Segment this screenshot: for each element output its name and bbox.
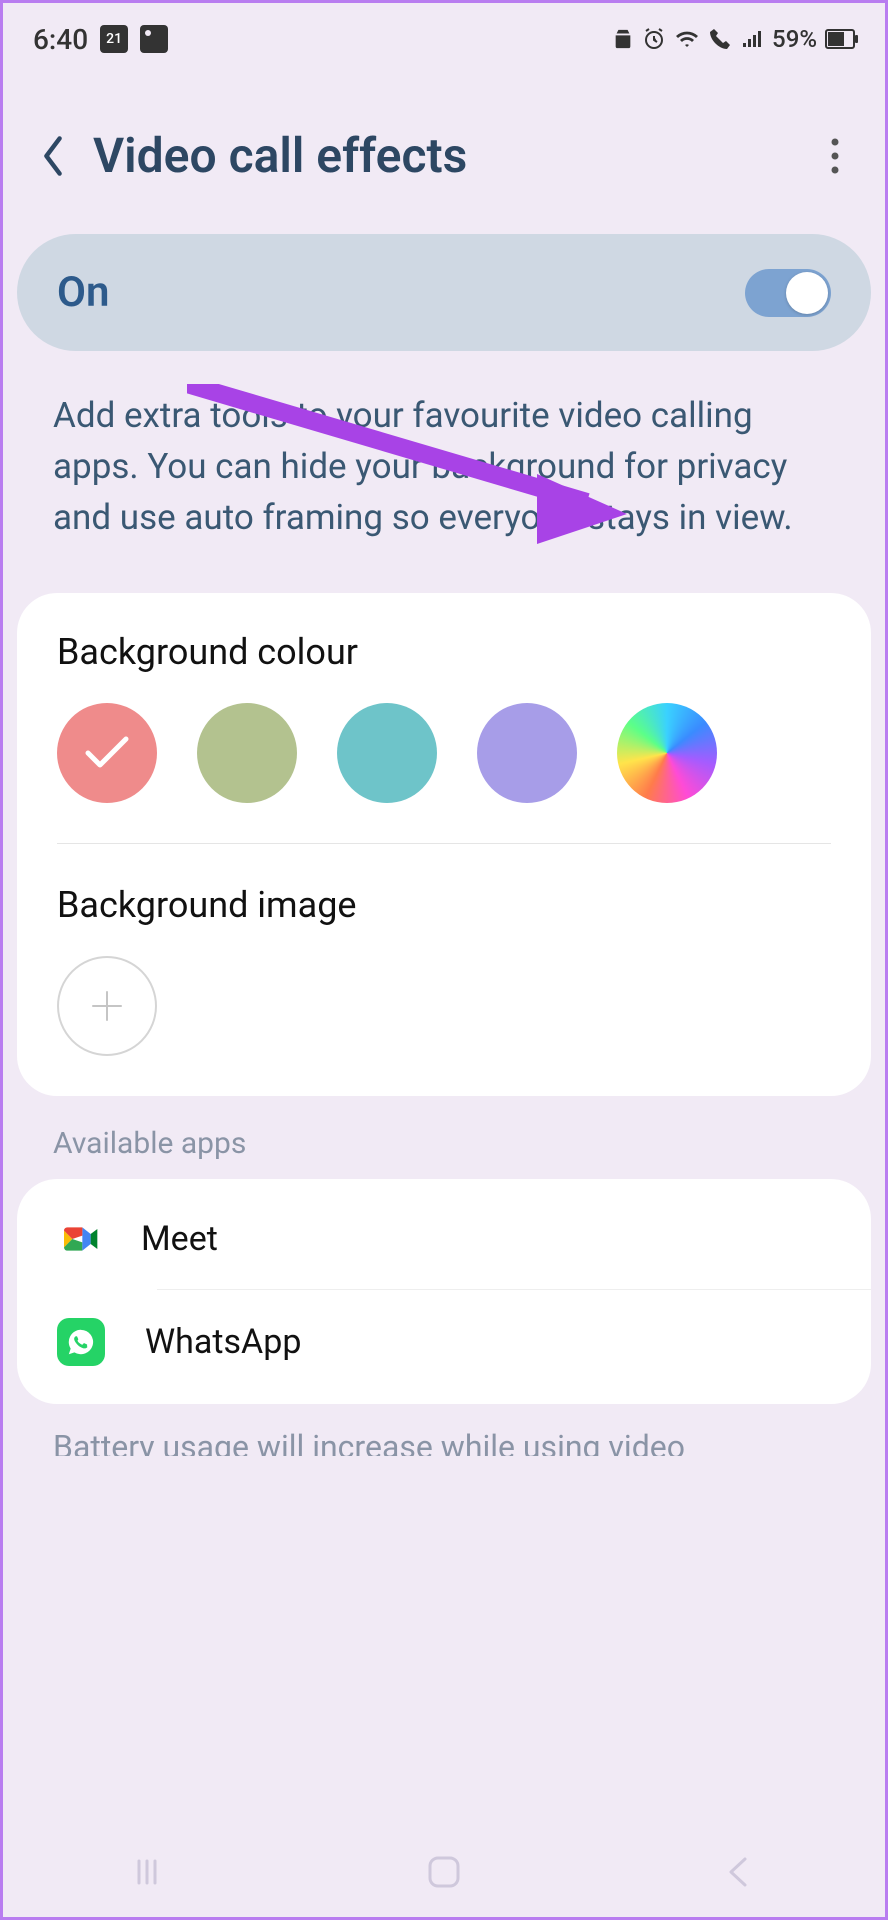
gallery-icon — [140, 25, 168, 53]
app-row-meet[interactable]: Meet — [17, 1189, 871, 1289]
app-name-label: WhatsApp — [145, 1322, 301, 1362]
volte-icon — [708, 27, 732, 51]
add-image-button[interactable] — [57, 956, 157, 1056]
page-title: Video call effects — [93, 127, 795, 184]
available-apps-card: Meet WhatsApp — [17, 1179, 871, 1404]
alarm-icon — [642, 27, 666, 51]
colour-swatch-row — [57, 703, 831, 844]
check-icon — [82, 733, 132, 773]
status-time: 6:40 — [33, 23, 88, 56]
colour-swatch-sage[interactable] — [197, 703, 297, 803]
app-row-whatsapp[interactable]: WhatsApp — [17, 1290, 871, 1394]
home-button[interactable] — [414, 1852, 474, 1892]
plus-icon — [89, 988, 125, 1024]
colour-swatch-pink[interactable] — [57, 703, 157, 803]
status-right: 59% — [612, 25, 855, 53]
wifi-icon — [674, 27, 700, 51]
nav-back-button[interactable] — [708, 1852, 768, 1892]
battery-warning-text: Battery usage will increase while using … — [3, 1428, 885, 1456]
switch-thumb — [786, 272, 828, 314]
battery-percent: 59% — [772, 25, 817, 53]
whatsapp-icon — [57, 1318, 105, 1366]
feature-description: Add extra tools to your favourite video … — [3, 351, 885, 593]
app-name-label: Meet — [141, 1219, 218, 1259]
available-apps-header: Available apps — [3, 1126, 885, 1179]
recycle-icon — [612, 28, 634, 50]
status-left: 6:40 21 — [33, 23, 168, 56]
signal-icon — [740, 27, 764, 51]
colour-swatch-teal[interactable] — [337, 703, 437, 803]
master-switch[interactable] — [745, 269, 831, 317]
system-nav-bar — [3, 1827, 885, 1917]
battery-icon — [825, 29, 855, 49]
master-toggle-card[interactable]: On — [17, 234, 871, 351]
calendar-icon: 21 — [100, 25, 128, 53]
more-options-button[interactable] — [815, 136, 855, 176]
back-button[interactable] — [33, 136, 73, 176]
colour-swatch-rainbow[interactable] — [617, 703, 717, 803]
bg-image-title: Background image — [57, 884, 831, 926]
google-meet-icon — [57, 1217, 101, 1261]
recents-button[interactable] — [120, 1852, 180, 1892]
background-card: Background colour Background image — [17, 593, 871, 1096]
colour-swatch-lavender[interactable] — [477, 703, 577, 803]
bg-colour-title: Background colour — [57, 631, 831, 673]
status-bar: 6:40 21 59% — [3, 3, 885, 67]
page-header: Video call effects — [3, 67, 885, 234]
toggle-state-label: On — [57, 268, 109, 317]
